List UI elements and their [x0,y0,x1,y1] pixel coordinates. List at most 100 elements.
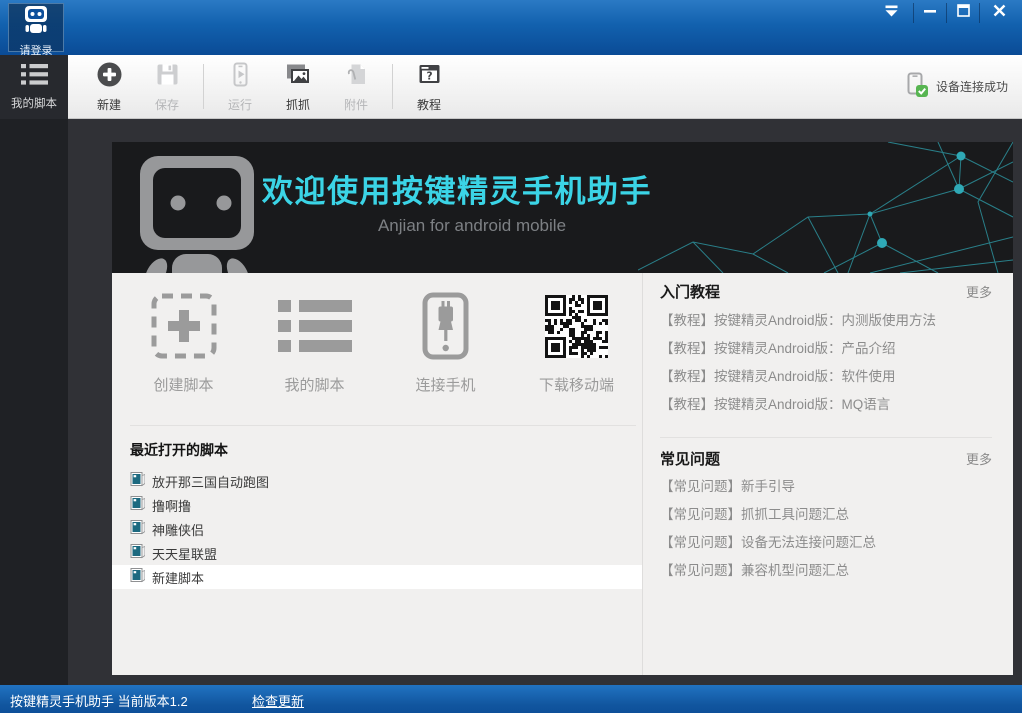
tutorial-link[interactable]: 【教程】按键精灵Android版：产品介绍 [660,335,992,363]
recent-script-row[interactable]: 天天星联盟 [112,541,642,565]
home-panel: 欢迎使用按键精灵手机助手 Anjian for android mobile [112,142,1013,675]
close-button[interactable] [980,0,1018,26]
robot-logo-icon [21,4,51,41]
faq-link[interactable]: 【常见问题】兼容机型问题汇总 [660,557,992,585]
script-doc-icon [130,567,145,588]
faq-title: 常见问题 [660,448,720,469]
banner-title: 欢迎使用按键精灵手机助手 [262,166,652,211]
my-scripts-icon [278,291,352,361]
statusbar: 按键精灵手机助手 当前版本1.2 检查更新 [0,685,1022,713]
phone-play-icon [227,61,254,93]
floppy-icon [154,61,181,93]
create-script-icon [151,291,217,361]
tutorials-header: 入门教程 更多 [660,281,992,302]
attachment-icon [343,61,370,93]
tutorial-link[interactable]: 【教程】按键精灵Android版：MQ语言 [660,391,992,419]
faq-more-link[interactable]: 更多 [966,449,992,468]
recent-script-row[interactable]: 撸啊撸 [112,493,642,517]
help-window-icon: ? [416,61,443,93]
capture-button[interactable]: 抓抓 [269,55,327,118]
svg-text:?: ? [426,70,432,82]
recent-scripts-title: 最近打开的脚本 [130,440,228,460]
faq-link[interactable]: 【常见问题】设备无法连接问题汇总 [660,529,992,557]
button-label: 抓抓 [286,96,310,113]
screenshot-icon [284,61,312,93]
script-name: 神雕侠侣 [152,520,204,539]
tutorials-list: 【教程】按键精灵Android版：内测版使用方法 【教程】按键精灵Android… [660,307,992,419]
network-mesh-graphic [638,142,1013,273]
window-controls [869,0,1018,26]
maximize-button[interactable] [947,0,979,26]
sidebar-item-label: 我的脚本 [11,95,57,111]
minimize-button[interactable] [914,0,946,26]
action-label: 创建脚本 [153,374,213,395]
script-doc-icon [130,495,145,516]
quick-actions: 创建脚本 我的脚本 [118,291,642,395]
skin-menu-button[interactable] [869,0,913,26]
welcome-banner: 欢迎使用按键精灵手机助手 Anjian for android mobile [112,142,1013,273]
attachment-button: 附件 [327,55,385,118]
recent-script-row[interactable]: 放开那三国自动跑图 [112,469,642,493]
new-button[interactable]: 新建 [80,55,138,118]
tutorials-title: 入门教程 [660,281,720,302]
chevron-down-icon [884,4,899,22]
action-label: 下载移动端 [539,374,614,395]
divider [392,64,393,109]
save-button: 保存 [138,55,196,118]
app-window: { "window": { "login_label": "请登录", "con… [0,0,1022,713]
list-icon [21,64,48,90]
button-label: 教程 [417,96,441,113]
toolbar: 新建 保存 运行 [68,55,1022,119]
tutorial-button[interactable]: ? 教程 [400,55,458,118]
tutorial-link[interactable]: 【教程】按键精灵Android版：软件使用 [660,363,992,391]
divider [203,64,204,109]
sidebar: 我的脚本 [0,55,68,685]
button-label: 运行 [228,96,252,113]
recent-scripts-list: 放开那三国自动跑图 撸啊撸 神雕侠侣 天天星联盟 新建脚本 [112,469,642,589]
connect-phone-action[interactable]: 连接手机 [380,291,511,395]
script-name: 新建脚本 [152,568,204,587]
check-update-link[interactable]: 检查更新 [252,691,304,710]
action-label: 连接手机 [415,374,475,395]
close-icon [993,4,1006,22]
banner-subtitle: Anjian for android mobile [262,216,682,236]
faq-link[interactable]: 【常见问题】新手引导 [660,473,992,501]
login-button[interactable]: 请登录 [8,3,64,52]
script-doc-icon [130,471,145,492]
button-label: 保存 [155,96,179,113]
button-label: 新建 [97,96,121,113]
qr-code-icon [545,291,608,361]
plus-circle-icon [96,61,123,93]
faq-list: 【常见问题】新手引导 【常见问题】抓抓工具问题汇总 【常见问题】设备无法连接问题… [660,473,992,585]
recent-script-row-selected[interactable]: 新建脚本 [112,565,642,589]
download-mobile-action[interactable]: 下载移动端 [511,291,642,395]
main-content: 欢迎使用按键精灵手机助手 Anjian for android mobile [68,120,1022,685]
minimize-icon [924,4,936,22]
script-name: 放开那三国自动跑图 [152,472,269,491]
tutorials-more-link[interactable]: 更多 [966,282,992,301]
script-name: 天天星联盟 [152,544,217,563]
create-script-action[interactable]: 创建脚本 [118,291,249,395]
device-status-label: 设备连接成功 [936,78,1008,95]
button-label: 附件 [344,96,368,113]
recent-script-row[interactable]: 神雕侠侣 [112,517,642,541]
script-name: 撸啊撸 [152,496,191,515]
connect-phone-icon [422,291,469,361]
faq-header: 常见问题 更多 [660,448,992,469]
my-scripts-action[interactable]: 我的脚本 [249,291,380,395]
sidebar-item-my-scripts[interactable]: 我的脚本 [0,55,68,119]
run-button: 运行 [211,55,269,118]
titlebar: 请登录 [0,0,1022,55]
tutorial-link[interactable]: 【教程】按键精灵Android版：内测版使用方法 [660,307,992,335]
action-label: 我的脚本 [284,374,344,395]
divider [130,425,636,426]
panel-body: 创建脚本 我的脚本 [112,273,1013,675]
version-info: 按键精灵手机助手 当前版本1.2 [10,691,188,710]
divider [642,273,643,675]
right-column: 入门教程 更多 【教程】按键精灵Android版：内测版使用方法 【教程】按键精… [660,273,992,675]
faq-link[interactable]: 【常见问题】抓抓工具问题汇总 [660,501,992,529]
script-doc-icon [130,519,145,540]
device-connected-icon [903,71,930,103]
device-status: 设备连接成功 [903,55,1008,118]
script-doc-icon [130,543,145,564]
